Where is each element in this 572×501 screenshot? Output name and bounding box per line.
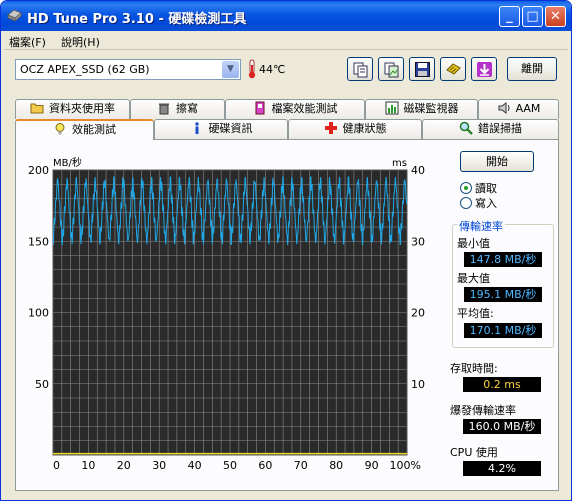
lightbulb-icon	[55, 123, 65, 135]
radio-write[interactable]: 寫入	[460, 195, 497, 210]
tab-folder-usage[interactable]: 資料夾使用率	[15, 99, 130, 119]
tab-disk-info[interactable]: 硬碟資訊	[154, 119, 288, 139]
burst-rate-label: 爆發傳輸速率	[450, 404, 516, 417]
copy-screenshot-icon	[384, 62, 399, 78]
tab-row-top: 資料夾使用率 擦寫 檔案效能測試 磁碟監視器 AAM	[15, 99, 559, 119]
save-icon	[415, 62, 430, 77]
y-tick-left: 50	[35, 378, 49, 391]
menu-file[interactable]: 檔案(F)	[9, 34, 46, 50]
settings-icon	[446, 63, 461, 75]
burst-rate-value: 160.0 MB/秒	[463, 419, 541, 434]
minimize-button[interactable]: _	[499, 6, 520, 27]
trash-icon	[159, 103, 169, 115]
radio-read-dot[interactable]	[460, 182, 472, 194]
x-tick-label: 90	[365, 459, 379, 472]
tab-health[interactable]: 健康狀態	[288, 119, 422, 139]
tab-row-bottom: 效能測試 硬碟資訊 健康狀態 錯誤掃描	[15, 119, 559, 140]
tab-error-scan[interactable]: 錯誤掃描	[422, 119, 559, 139]
tab-aam[interactable]: AAM	[478, 99, 559, 119]
exit-button[interactable]: 離開	[507, 57, 557, 81]
copy-screenshot-button[interactable]	[378, 57, 404, 81]
copy-text-button[interactable]	[347, 57, 373, 81]
benchmark-chart: MB/秒 ms 200 150 100 50 40 30 20 10 0 10 20 30 40 50 60 70…	[19, 150, 435, 476]
app-window: HD Tune Pro 3.10 - 硬碟檢測工具 _ □ ✕ 檔案(F) 說明…	[0, 0, 572, 501]
disk-monitor-icon	[385, 101, 398, 115]
x-tick-label: 20	[117, 459, 131, 472]
transfer-rate-legend: 傳輸速率	[457, 218, 505, 234]
maximize-button[interactable]: □	[522, 6, 543, 27]
x-tick-label: 70	[294, 459, 308, 472]
x-tick-label: 80	[329, 459, 343, 472]
access-time-value: 0.2 ms	[463, 377, 541, 392]
y-axis-left-unit: MB/秒	[53, 156, 82, 169]
toolbar: OCZ APEX_SSD (62 GB) ▼ 44℃ 離開	[1, 51, 571, 93]
settings-button[interactable]	[440, 57, 466, 81]
y-tick-right: 40	[411, 164, 425, 177]
tab-benchmark[interactable]: 效能測試	[15, 119, 154, 140]
x-tick-label: 50	[223, 459, 237, 472]
menu-help[interactable]: 說明(H)	[61, 34, 100, 50]
x-tick-label: 40	[188, 459, 202, 472]
benchmark-panel: MB/秒 ms 200 150 100 50 40 30 20 10 0 10 20 30 40 50 60 70…	[15, 139, 559, 491]
tab-disk-monitor[interactable]: 磁碟監視器	[365, 99, 478, 119]
y-tick-left: 150	[28, 235, 49, 248]
download-icon	[477, 62, 492, 77]
info-icon	[194, 122, 199, 134]
start-button[interactable]: 開始	[460, 151, 534, 172]
x-tick-label: 10	[81, 459, 95, 472]
red-cross-icon	[324, 122, 337, 134]
file-benchmark-icon	[255, 101, 264, 115]
y-axis-right-unit: ms	[392, 158, 407, 169]
cpu-usage-value: 4.2%	[463, 461, 541, 476]
avg-value: 170.1 MB/秒	[464, 323, 542, 338]
benchmark-chart-svg: MB/秒 ms20015010050403020100 10 20 30 40 50 60 70…	[28, 156, 425, 472]
transfer-rate-group: 傳輸速率 最小值 147.8 MB/秒 最大值 195.1 MB/秒 平均值: …	[452, 218, 554, 348]
save-button[interactable]	[409, 57, 435, 81]
radio-read[interactable]: 讀取	[460, 180, 497, 195]
max-label: 最大值	[457, 272, 490, 285]
download-button[interactable]	[471, 57, 497, 81]
close-button[interactable]: ✕	[545, 6, 566, 27]
x-tick-label: 100%	[390, 459, 421, 472]
magnifier-icon	[459, 121, 473, 135]
min-value: 147.8 MB/秒	[464, 252, 542, 267]
y-tick-left: 100	[28, 307, 49, 320]
drive-select[interactable]: OCZ APEX_SSD (62 GB) ▼	[15, 59, 241, 80]
folder-icon	[30, 103, 44, 114]
speaker-icon	[498, 102, 510, 114]
hd-tune-app-icon	[7, 9, 22, 22]
access-time-label: 存取時間:	[450, 362, 498, 375]
tab-erase[interactable]: 擦寫	[130, 99, 225, 119]
y-tick-right: 10	[411, 378, 425, 391]
window-title: HD Tune Pro 3.10 - 硬碟檢測工具	[27, 12, 247, 27]
drive-select-value: OCZ APEX_SSD (62 GB)	[20, 63, 150, 76]
y-tick-right: 30	[411, 235, 425, 248]
min-label: 最小值	[457, 237, 490, 250]
radio-write-dot[interactable]	[460, 197, 472, 209]
title-bar[interactable]: HD Tune Pro 3.10 - 硬碟檢測工具 _ □ ✕	[1, 1, 571, 31]
max-value: 195.1 MB/秒	[464, 287, 542, 302]
avg-label: 平均值:	[457, 307, 494, 320]
x-tick-label: 30	[152, 459, 166, 472]
x-tick-label: 0	[53, 459, 60, 472]
x-tick-label: 60	[258, 459, 272, 472]
cpu-usage-label: CPU 使用	[450, 446, 498, 459]
thermometer-icon	[248, 59, 256, 79]
tab-file-benchmark[interactable]: 檔案效能測試	[225, 99, 365, 119]
temperature-readout: 44℃	[259, 63, 286, 76]
menu-bar: 檔案(F) 說明(H)	[4, 32, 568, 50]
chevron-down-icon[interactable]: ▼	[222, 61, 239, 78]
y-tick-left: 200	[28, 164, 49, 177]
y-tick-right: 20	[411, 307, 425, 320]
copy-text-icon	[353, 62, 368, 78]
benchmark-sidebar: 開始 讀取 寫入 傳輸速率 最小值 147.8 MB/秒 最大值 195.1 M…	[446, 140, 556, 492]
